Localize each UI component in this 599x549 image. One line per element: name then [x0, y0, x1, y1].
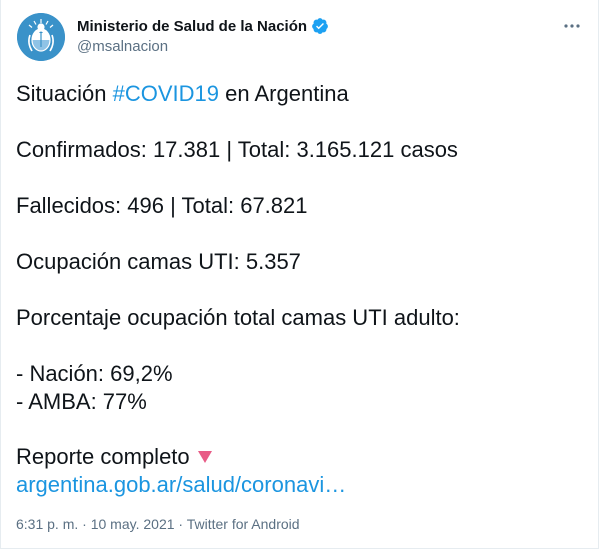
meta-separator: · — [78, 516, 91, 532]
avatar[interactable] — [17, 13, 65, 61]
tweet-metadata: 6:31 p. m. · 10 may. 2021 · Twitter for … — [16, 515, 300, 533]
meta-separator: · — [174, 516, 187, 532]
tweet-client[interactable]: Twitter for Android — [187, 516, 300, 532]
more-options-button[interactable] — [561, 15, 583, 37]
argentina-coat-of-arms-icon — [17, 13, 65, 61]
tweet-line-fallecidos: Fallecidos: 496 | Total: 67.821 — [16, 193, 308, 218]
hashtag-link[interactable]: #COVID19 — [113, 81, 219, 106]
tweet-line-nacion: - Nación: 69,2% — [16, 361, 173, 386]
tweet-line-porcentaje: Porcentaje ocupación total camas UTI adu… — [16, 305, 460, 330]
author-handle[interactable]: @msalnacion — [77, 38, 168, 55]
report-link[interactable]: argentina.gob.ar/salud/coronavi… — [16, 471, 346, 499]
situacion-prefix: Situación — [16, 81, 113, 106]
tweet-card: Ministerio de Salud de la Nación @msalna… — [0, 0, 599, 549]
tweet-time[interactable]: 6:31 p. m. — [16, 516, 78, 532]
tweet-date[interactable]: 10 may. 2021 — [91, 516, 175, 532]
reporte-label: Reporte completo — [16, 444, 190, 469]
tweet-line-reporte: Reporte completo — [16, 443, 214, 471]
red-triangle-down-icon — [196, 448, 214, 466]
tweet-line-ocupacion: Ocupación camas UTI: 5.357 — [16, 249, 301, 274]
tweet-line-situacion: Situación #COVID19 en Argentina — [16, 80, 349, 108]
tweet-line-amba: - AMBA: 77% — [16, 389, 147, 414]
author-name-row[interactable]: Ministerio de Salud de la Nación — [77, 16, 329, 36]
author-display-name[interactable]: Ministerio de Salud de la Nación — [77, 18, 307, 35]
situacion-suffix: en Argentina — [219, 81, 349, 106]
more-horizontal-icon — [564, 24, 580, 28]
verified-badge-icon — [311, 17, 329, 35]
tweet-line-confirmados: Confirmados: 17.381 | Total: 3.165.121 c… — [16, 137, 458, 162]
